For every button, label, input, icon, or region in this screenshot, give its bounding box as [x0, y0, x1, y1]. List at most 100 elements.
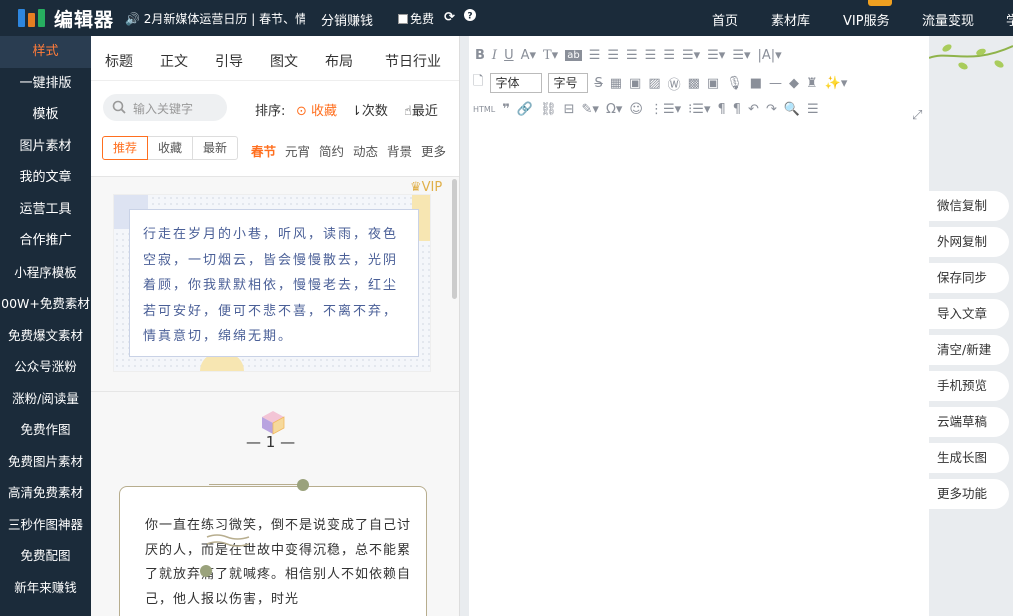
long-image-button[interactable]: 生成长图 — [929, 443, 1009, 473]
font-size-select[interactable]: 字号 — [548, 73, 589, 93]
sidebar-item-viral-materials[interactable]: 免费爆文素材 — [0, 320, 91, 352]
text-direction-icon[interactable]: |A|▾ — [758, 48, 782, 63]
insert-row-icon[interactable]: ⊟ — [564, 102, 575, 117]
bold-icon[interactable]: B — [475, 48, 485, 63]
clear-new-button[interactable]: 清空/新建 — [929, 335, 1009, 365]
picture-icon[interactable]: ▩ — [688, 76, 700, 91]
sidebar-item-promotion[interactable]: 合作推广 — [0, 225, 91, 257]
magic-wand-icon[interactable]: ✨▾ — [825, 76, 848, 91]
sidebar-item-my-articles[interactable]: 我的文章 — [0, 162, 91, 194]
app-logo[interactable]: 编辑器 — [18, 6, 114, 31]
segment-favorites[interactable]: 收藏 — [147, 136, 194, 160]
nav-vip[interactable]: VIP服务 — [843, 10, 890, 29]
strikethrough-icon[interactable]: S — [594, 76, 602, 91]
horizontal-rule-icon[interactable]: — — [769, 76, 782, 91]
unlink-icon[interactable]: ⛓ — [540, 102, 557, 117]
undo-icon[interactable]: ↶ — [748, 102, 759, 117]
import-article-button[interactable]: 导入文章 — [929, 299, 1009, 329]
sidebar-item-gain-followers[interactable]: 公众号涨粉 — [0, 351, 91, 383]
indent-icon[interactable]: ☰ — [663, 48, 675, 63]
clear-format-icon[interactable]: ☰ — [807, 102, 819, 117]
tab-title[interactable]: 标题 — [105, 51, 133, 71]
redo-icon[interactable]: ↷ — [766, 102, 777, 117]
mobile-preview-button[interactable]: 手机预览 — [929, 371, 1009, 401]
help-icon[interactable]: ? — [464, 9, 476, 25]
editor-content[interactable] — [469, 122, 929, 616]
sidebar-item-templates[interactable]: 模板 — [0, 99, 91, 131]
emoji-icon[interactable]: ☺ — [629, 102, 643, 117]
sort-count[interactable]: ⇂次数 — [351, 100, 388, 119]
more-functions-button[interactable]: 更多功能 — [929, 479, 1009, 509]
table-icon[interactable]: ▦ — [610, 76, 622, 91]
tab-festival[interactable]: 节日行业 — [385, 51, 441, 71]
sidebar-item-hd-materials[interactable]: 高清免费素材 — [0, 477, 91, 509]
category-dynamic[interactable]: 动态 — [353, 141, 378, 160]
sidebar-item-auto-layout[interactable]: 一键排版 — [0, 68, 91, 100]
sort-recent[interactable]: ☝最近 — [404, 100, 438, 119]
gallery-icon[interactable]: ▣ — [707, 76, 719, 91]
tab-guide[interactable]: 引导 — [215, 51, 243, 71]
paragraph-spacing-icon[interactable]: ☰▾ — [707, 48, 725, 63]
sidebar-item-quick-design[interactable]: 三秒作图神器 — [0, 509, 91, 541]
align-center-icon[interactable]: ☰ — [607, 48, 619, 63]
document-icon[interactable]: 🗋 — [473, 72, 483, 94]
sidebar-item-ops-tools[interactable]: 运营工具 — [0, 194, 91, 226]
sidebar-item-images[interactable]: 图片素材 — [0, 131, 91, 163]
align-right-icon[interactable]: ☰ — [626, 48, 638, 63]
special-char-icon[interactable]: Ω▾ — [606, 102, 622, 117]
tab-image-text[interactable]: 图文 — [270, 51, 298, 71]
letter-spacing-icon[interactable]: ☰▾ — [732, 48, 750, 63]
fenxiao-link[interactable]: 分销赚钱 — [321, 10, 373, 29]
tab-layout[interactable]: 布局 — [325, 51, 353, 71]
cloud-drafts-button[interactable]: 云端草稿 — [929, 407, 1009, 437]
align-justify-icon[interactable]: ☰ — [645, 48, 657, 63]
segment-recommended[interactable]: 推荐 — [102, 136, 149, 160]
link-icon[interactable]: 🔗 — [517, 102, 533, 117]
sidebar-item-new-year-earn[interactable]: 新年来赚钱 — [0, 572, 91, 604]
announcement-link[interactable]: 🔊 2月新媒体运营日历 | 春节、情 — [125, 10, 305, 27]
wechat-copy-button[interactable]: 微信复制 — [929, 191, 1009, 221]
word-icon[interactable]: Ⓦ — [668, 74, 681, 93]
category-more[interactable]: 更多 — [421, 141, 446, 160]
image-library-icon[interactable]: ▨ — [648, 76, 660, 91]
search-input[interactable]: 输入关键字 — [103, 94, 227, 121]
line-height-icon[interactable]: ☰▾ — [682, 48, 700, 63]
sidebar-item-read-count[interactable]: 涨粉/阅读量 — [0, 383, 91, 415]
image-icon[interactable]: ▣ — [629, 76, 641, 91]
rtl-icon[interactable]: ¶ — [733, 102, 741, 117]
edit-icon[interactable]: ✎▾ — [582, 102, 599, 117]
quote-icon[interactable]: ❞ — [502, 102, 510, 117]
nav-materials[interactable]: 素材库 — [771, 10, 810, 29]
underline-icon[interactable]: U — [504, 48, 514, 63]
material-card[interactable]: 行走在岁月的小巷，听风，读雨，夜色空寂，一切烟云，皆会慢慢散去，光阴着顾，你我默… — [113, 194, 431, 372]
sidebar-item-free-materials[interactable]: 00W+免费素材 — [0, 288, 91, 320]
sidebar-item-free-design[interactable]: 免费作图 — [0, 414, 91, 446]
free-toggle[interactable]: 免费 — [398, 10, 434, 27]
sidebar-item-free-images[interactable]: 免费图片素材 — [0, 446, 91, 478]
text-format-icon[interactable]: T▾ — [543, 48, 558, 63]
html-icon[interactable]: HTML — [473, 105, 495, 114]
sidebar-item-free-illustrations[interactable]: 免费配图 — [0, 540, 91, 572]
sort-favorites[interactable]: ⊙ 收藏 — [296, 100, 337, 119]
microphone-icon[interactable]: 🎙 — [726, 76, 743, 91]
nav-learn[interactable]: 学 — [1006, 10, 1013, 29]
font-family-select[interactable]: 字体 — [490, 73, 543, 93]
segment-newest[interactable]: 最新 — [192, 136, 239, 160]
free-checkbox[interactable] — [398, 14, 408, 24]
nav-home[interactable]: 首页 — [712, 10, 738, 29]
save-sync-button[interactable]: 保存同步 — [929, 263, 1009, 293]
sidebar-item-miniapp-templates[interactable]: 小程序模板 — [0, 257, 91, 289]
category-lantern[interactable]: 元宵 — [285, 141, 310, 160]
tag-icon[interactable]: ◆ — [789, 76, 799, 91]
font-color-icon[interactable]: A▾ — [521, 48, 536, 63]
category-simple[interactable]: 简约 — [319, 141, 344, 160]
find-replace-icon[interactable]: 🔍 — [784, 102, 800, 117]
ltr-icon[interactable]: ¶ — [717, 102, 725, 117]
scrollbar[interactable] — [452, 179, 457, 299]
sidebar-item-style[interactable]: 样式 — [0, 36, 91, 68]
format-painter-icon[interactable]: ♜ — [806, 76, 818, 91]
video-icon[interactable]: ■ — [750, 76, 762, 91]
align-left-icon[interactable]: ☰ — [589, 48, 601, 63]
material-card[interactable]: 你一直在练习微笑，倒不是说变成了自己讨厌的人，而是在世故中变得沉稳，总不能累了就… — [119, 486, 427, 616]
ordered-list-icon[interactable]: ⋮☰▾ — [650, 102, 681, 117]
